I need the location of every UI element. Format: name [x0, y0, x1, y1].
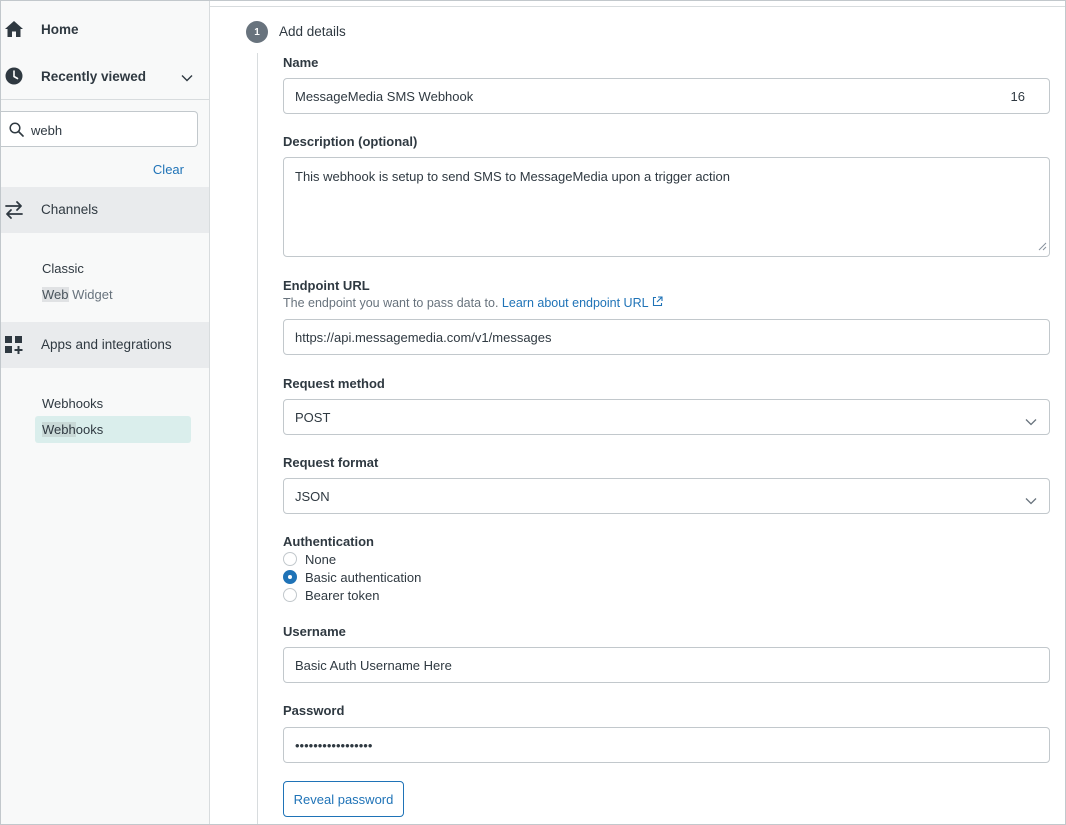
sidebar-item-web-widget[interactable]: Web Widget — [42, 287, 113, 302]
search-input[interactable] — [31, 120, 181, 140]
nav-home[interactable]: Home — [1, 6, 209, 52]
sidebar-divider — [1, 99, 209, 100]
username-label: Username — [283, 624, 346, 639]
sidebar-item-webhooks[interactable]: Webhooks — [35, 416, 191, 443]
username-input-value: Basic Auth Username Here — [295, 658, 452, 673]
endpoint-label: Endpoint URL — [283, 278, 370, 293]
request-method-select[interactable]: POST — [283, 399, 1050, 435]
radio-button[interactable] — [283, 552, 297, 566]
request-method-value: POST — [295, 410, 330, 425]
sidebar-item-rest: Widget — [69, 287, 113, 302]
step-connector-line — [257, 53, 258, 825]
name-char-count: 16 — [1011, 89, 1025, 104]
learn-endpoint-link[interactable]: Learn about endpoint URL — [502, 296, 663, 310]
search-match-highlight: Webh — [42, 422, 76, 437]
request-format-label: Request format — [283, 455, 378, 470]
radio-button-checked[interactable] — [283, 570, 297, 584]
name-input-value: MessageMedia SMS Webhook — [295, 89, 473, 104]
password-input-value: ••••••••••••••••• — [295, 738, 372, 753]
chevron-down-icon[interactable] — [181, 70, 193, 85]
search-icon — [9, 122, 24, 140]
password-label: Password — [283, 703, 344, 718]
sidebar: Home Recently viewed Clear Channels Cla — [1, 1, 210, 825]
endpoint-input-value: https://api.messagemedia.com/v1/messages — [295, 330, 552, 345]
reveal-password-button[interactable]: Reveal password — [283, 781, 404, 817]
sidebar-section-label: Apps and integrations — [41, 337, 172, 352]
nav-recently-viewed[interactable]: Recently viewed — [1, 53, 209, 99]
request-format-value: JSON — [295, 489, 330, 504]
clock-icon — [4, 66, 24, 86]
name-label: Name — [283, 55, 318, 70]
auth-option-none[interactable]: None — [283, 550, 336, 568]
description-value: This webhook is setup to send SMS to Mes… — [295, 169, 730, 184]
auth-option-bearer[interactable]: Bearer token — [283, 586, 379, 604]
description-label: Description (optional) — [283, 134, 417, 149]
name-input[interactable]: MessageMedia SMS Webhook 16 — [283, 78, 1050, 114]
sidebar-section-apps-integrations[interactable]: Apps and integrations — [1, 322, 209, 368]
username-input[interactable]: Basic Auth Username Here — [283, 647, 1050, 683]
step-title: Add details — [279, 24, 346, 39]
step-number-badge: 1 — [246, 21, 268, 43]
auth-option-basic[interactable]: Basic authentication — [283, 568, 421, 586]
auth-option-label: Basic authentication — [305, 570, 421, 585]
chevron-down-icon — [1025, 414, 1037, 429]
auth-option-label: Bearer token — [305, 588, 379, 603]
request-method-label: Request method — [283, 376, 385, 391]
radio-button[interactable] — [283, 588, 297, 602]
sidebar-search[interactable] — [1, 111, 198, 147]
main-content: 1 Add details Name MessageMedia SMS Webh… — [210, 1, 1066, 825]
nav-home-label: Home — [41, 22, 79, 37]
learn-endpoint-link-label: Learn about endpoint URL — [502, 296, 648, 310]
clear-search-link[interactable]: Clear — [153, 162, 184, 177]
authentication-label: Authentication — [283, 534, 374, 549]
arrows-swap-icon — [4, 200, 24, 223]
sidebar-section-label: Channels — [41, 202, 98, 217]
endpoint-hint: The endpoint you want to pass data to. L… — [283, 296, 663, 310]
resize-grip-icon[interactable] — [1038, 239, 1047, 254]
endpoint-input[interactable]: https://api.messagemedia.com/v1/messages — [283, 319, 1050, 355]
top-divider — [210, 6, 1066, 7]
nav-recently-viewed-label: Recently viewed — [41, 69, 146, 84]
search-match-highlight: Web — [42, 287, 69, 302]
home-icon — [4, 19, 24, 39]
apps-add-icon — [4, 335, 24, 358]
request-format-select[interactable]: JSON — [283, 478, 1050, 514]
sidebar-group-title: Classic — [42, 261, 84, 276]
sidebar-section-channels[interactable]: Channels — [1, 187, 209, 233]
auth-option-label: None — [305, 552, 336, 567]
password-input[interactable]: ••••••••••••••••• — [283, 727, 1050, 763]
endpoint-hint-text: The endpoint you want to pass data to. — [283, 296, 498, 310]
external-link-icon — [652, 296, 663, 310]
description-textarea[interactable]: This webhook is setup to send SMS to Mes… — [283, 157, 1050, 257]
chevron-down-icon — [1025, 493, 1037, 508]
app-frame: Home Recently viewed Clear Channels Cla — [0, 0, 1066, 825]
sidebar-item-rest: ooks — [76, 422, 103, 437]
sidebar-group-title: Webhooks — [42, 396, 103, 411]
